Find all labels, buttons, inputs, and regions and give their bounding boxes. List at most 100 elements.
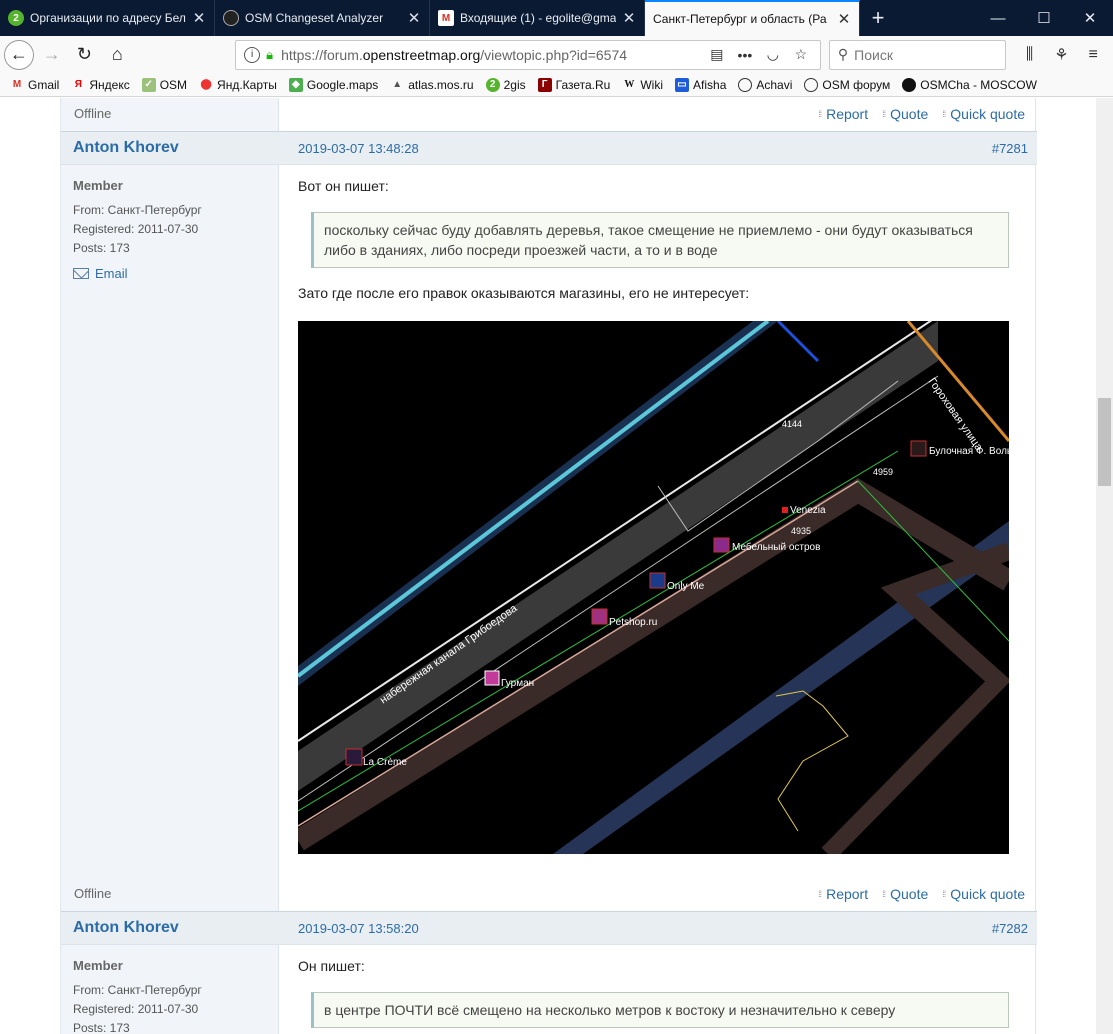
house-number: 4959 xyxy=(873,467,893,477)
forward-button[interactable]: → xyxy=(37,40,67,70)
post-date[interactable]: 2019-03-07 13:58:20 xyxy=(298,921,419,936)
wiki-icon: W xyxy=(624,79,635,90)
svg-text:Petshop.ru: Petshop.ru xyxy=(609,617,657,628)
library-icon[interactable]: ⫼ xyxy=(1014,46,1046,64)
scrollbar-thumb[interactable] xyxy=(1098,398,1111,486)
report-link[interactable]: ⁞⁞ Report xyxy=(818,886,868,902)
google-maps-icon: ◆ xyxy=(288,77,303,92)
osmcha-icon xyxy=(902,77,917,92)
osm-icon: ✓ xyxy=(141,77,156,92)
post-number[interactable]: #7282 xyxy=(992,921,1028,936)
tab-gmail[interactable]: M Входящие (1) - egolite@gma ✕ xyxy=(430,0,645,36)
bookmark-atlas[interactable]: ▲ atlas.mos.ru xyxy=(390,78,473,92)
bookmark-osmcha[interactable]: OSMCha - MOSCOW xyxy=(902,77,1037,92)
bookmark-osm[interactable]: ✓ OSM xyxy=(141,77,187,92)
quick-quote-link[interactable]: ⁞⁞ Quick quote xyxy=(942,106,1025,122)
minimize-button[interactable]: — xyxy=(975,0,1021,36)
close-icon[interactable]: ✕ xyxy=(407,9,421,27)
report-link[interactable]: ⁞⁞ Report xyxy=(818,106,868,122)
reload-button[interactable]: ↻ xyxy=(70,40,100,70)
quick-quote-link[interactable]: ⁞⁞ Quick quote xyxy=(942,886,1025,902)
url-bar[interactable]: i 🔒︎ https://forum.openstreetmap.org/vie… xyxy=(235,39,821,70)
page-actions-icon[interactable]: ••• xyxy=(734,47,756,63)
email-link[interactable]: Email xyxy=(73,264,202,283)
quote-box: поскольку сейчас буду добавлять деревья,… xyxy=(311,212,1009,268)
tab-title: Организации по адресу Бел xyxy=(30,11,186,25)
svg-text:Гурман: Гурман xyxy=(501,678,534,689)
post-text: Он пишет: xyxy=(298,958,365,974)
maximize-button[interactable]: ☐ xyxy=(1021,0,1067,36)
2gis-icon: 2 xyxy=(485,77,500,92)
home-button[interactable]: ⌂ xyxy=(102,40,132,70)
dots-icon: ⁞⁞ xyxy=(942,109,946,119)
bookmark-2gis[interactable]: 2 2gis xyxy=(485,77,526,92)
post-text: Зато где после его правок оказываются ма… xyxy=(298,285,750,301)
scrollbar[interactable] xyxy=(1096,98,1113,1034)
lock-icon: 🔒︎ xyxy=(266,46,274,62)
bookmark-google-maps[interactable]: ◆ Google.maps xyxy=(288,77,378,92)
forum-topic: Offline ⁞⁞ Report ⁞⁞ Quote ⁞⁞ Quick quote A… xyxy=(60,98,1037,1034)
user-role: Member xyxy=(73,178,123,193)
map-pin-icon: ⬤ xyxy=(200,79,212,90)
post-header: Anton Khorev 2019-03-07 13:48:28 #7281 xyxy=(61,131,1037,165)
quote-link[interactable]: ⁞⁞ Quote xyxy=(882,886,928,902)
user-registered: Registered: 2011-07-30 xyxy=(73,222,199,236)
gmail-icon: M xyxy=(438,10,454,26)
bookmarks-toolbar: M Gmail Я Яндекс ✓ OSM ⬤ Янд.Карты ◆ Google.m… xyxy=(0,73,1113,97)
dots-icon: ⁞⁞ xyxy=(818,889,822,899)
tab-title: Санкт-Петербург и область (Ра xyxy=(653,12,827,26)
author-info: Member From: Санкт-Петербург Registered:… xyxy=(73,956,202,1034)
osm-icon xyxy=(223,10,239,26)
bookmark-yandex-maps[interactable]: ⬤ Янд.Карты xyxy=(199,78,276,92)
post-date[interactable]: 2019-03-07 13:48:28 xyxy=(298,141,419,156)
post-footer: Offline ⁞⁞ Report ⁞⁞ Quote ⁞⁞ Quick quote xyxy=(61,98,1037,131)
page-viewport: Offline ⁞⁞ Report ⁞⁞ Quote ⁞⁞ Quick quote A… xyxy=(0,98,1113,1034)
close-icon[interactable]: ✕ xyxy=(192,9,206,27)
tab-2gis[interactable]: 2 Организации по адресу Бел ✕ xyxy=(0,0,215,36)
navigation-bar: ← → ↻ ⌂ i 🔒︎ https://forum.openstreetmap… xyxy=(0,36,1113,73)
bookmark-star-icon[interactable]: ☆ xyxy=(790,46,812,63)
url-text[interactable]: https://forum.openstreetmap.org/viewtopi… xyxy=(281,47,700,63)
svg-text:Only Me: Only Me xyxy=(667,581,705,592)
close-icon[interactable]: ✕ xyxy=(622,9,636,27)
close-icon[interactable]: ✕ xyxy=(837,10,851,28)
house-number: 4144 xyxy=(782,419,802,429)
user-registered: Registered: 2011-07-30 xyxy=(73,1002,199,1016)
dots-icon: ⁞⁞ xyxy=(942,889,946,899)
extension-icon[interactable]: ⚘ xyxy=(1045,45,1077,65)
bookmark-osm-forum[interactable]: OSM форум xyxy=(804,77,890,92)
tab-forum[interactable]: Санкт-Петербург и область (Ра ✕ xyxy=(645,0,860,36)
globe-icon xyxy=(804,77,819,92)
post-number[interactable]: #7281 xyxy=(992,141,1028,156)
quote-box: в центре ПОЧТИ всё смещено на несколько … xyxy=(311,992,1009,1028)
post-footer: Offline ⁞⁞ Report ⁞⁞ Quote ⁞⁞ Quick quote xyxy=(61,878,1037,911)
close-window-button[interactable]: ✕ xyxy=(1067,0,1113,36)
post-author[interactable]: Anton Khorev xyxy=(73,139,179,157)
user-posts: Posts: 173 xyxy=(73,241,130,255)
2gis-icon: 2 xyxy=(8,10,24,26)
house-number: 4935 xyxy=(791,526,811,536)
bookmark-yandex[interactable]: Я Яндекс xyxy=(71,78,130,92)
yandex-icon: Я xyxy=(74,79,82,90)
bookmark-gmail[interactable]: M Gmail xyxy=(10,78,60,92)
online-status: Offline xyxy=(74,886,112,901)
quote-link[interactable]: ⁞⁞ Quote xyxy=(882,106,928,122)
bookmark-wiki[interactable]: W Wiki xyxy=(622,78,663,92)
bookmark-achavi[interactable]: Achavi xyxy=(738,77,792,92)
back-button[interactable]: ← xyxy=(4,39,34,70)
pocket-icon[interactable]: ◡ xyxy=(762,46,784,63)
tab-title: OSM Changeset Analyzer xyxy=(245,11,384,25)
tab-osm-changeset[interactable]: OSM Changeset Analyzer ✕ xyxy=(215,0,430,36)
post-author[interactable]: Anton Khorev xyxy=(73,919,179,937)
bookmark-gazeta[interactable]: Г Газета.Ru xyxy=(537,77,610,92)
info-icon[interactable]: i xyxy=(244,46,261,63)
envelope-icon xyxy=(73,268,89,279)
map-screenshot: набережная канала Грибоедова Гороховая у… xyxy=(298,321,1009,854)
menu-icon[interactable]: ≡ xyxy=(1077,46,1109,64)
new-tab-button[interactable]: + xyxy=(860,0,896,36)
bookmark-afisha[interactable]: ▭ Afisha xyxy=(675,77,726,92)
user-role: Member xyxy=(73,958,123,973)
search-input[interactable]: ⚲ Поиск xyxy=(828,39,1006,70)
reader-view-icon[interactable]: ▤ xyxy=(706,46,728,63)
gazeta-icon: Г xyxy=(537,77,552,92)
